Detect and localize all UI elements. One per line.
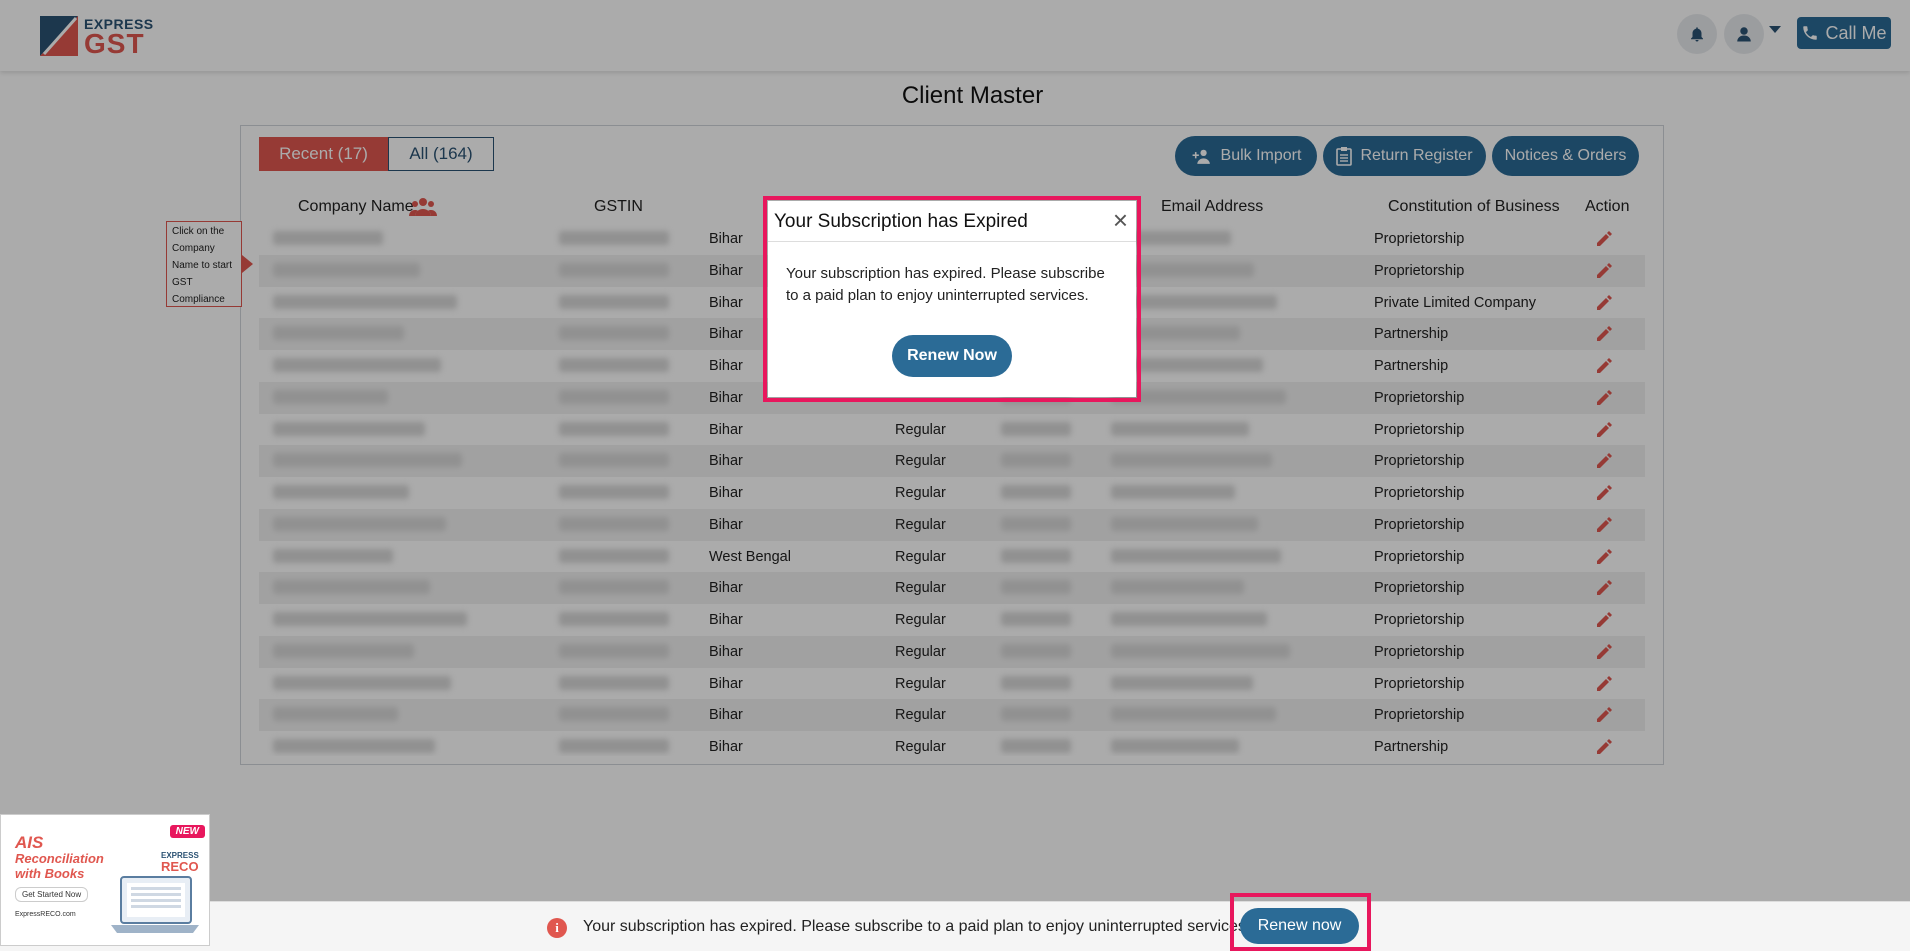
- laptop-icon: [111, 876, 199, 933]
- modal-title: Your Subscription has Expired: [774, 211, 1028, 232]
- close-icon[interactable]: ×: [1113, 205, 1128, 236]
- ais-reconciliation-ad[interactable]: NEW AIS Reconciliation with Books Get St…: [0, 814, 210, 946]
- info-icon: i: [547, 918, 567, 938]
- ad-brand-big: RECO: [161, 859, 199, 874]
- modal-message: Your subscription has expired. Please su…: [786, 265, 1105, 304]
- modal-backdrop[interactable]: [0, 0, 1910, 951]
- bottom-bar-message: Your subscription has expired. Please su…: [583, 918, 1251, 935]
- subscription-bottom-bar: i Your subscription has expired. Please …: [0, 901, 1910, 951]
- ad-title: AIS: [15, 833, 44, 852]
- subscription-expired-modal: Your Subscription has Expired × Your sub…: [768, 201, 1136, 397]
- modal-divider: [768, 241, 1136, 242]
- ad-url: ExpressRECO.com: [15, 911, 76, 918]
- bottom-renew-now-button[interactable]: Renew now: [1240, 908, 1359, 944]
- modal-renew-now-button[interactable]: Renew Now: [892, 335, 1012, 377]
- ad-cta-button[interactable]: Get Started Now: [15, 887, 89, 902]
- new-badge: NEW: [169, 825, 205, 838]
